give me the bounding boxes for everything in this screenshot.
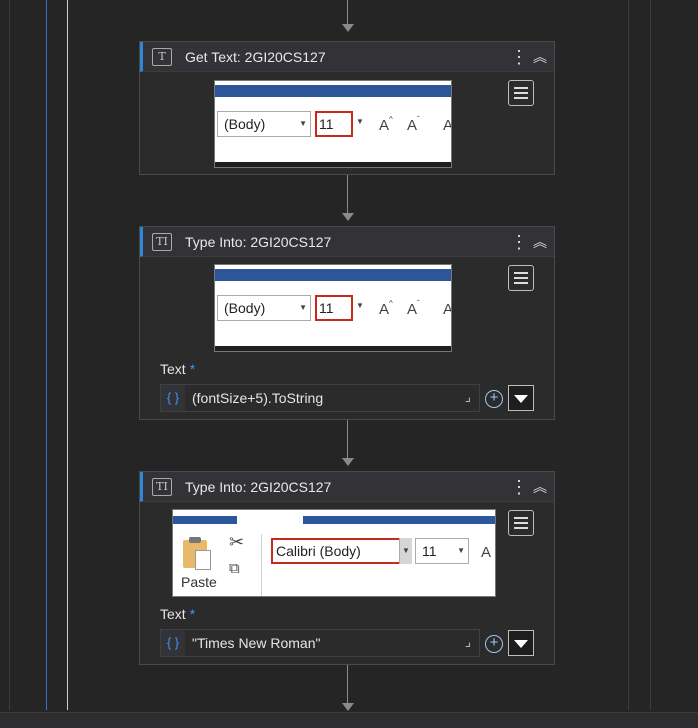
flow-arrow [342, 703, 354, 711]
more-options-icon[interactable]: ⋮ [510, 231, 528, 253]
font-size-value: 11 [319, 116, 334, 132]
text-input[interactable]: { } (fontSize+5).ToString ⌟ [160, 384, 480, 412]
font-size-box-highlighted: 11 [315, 295, 353, 321]
grow-font-icon: A [481, 544, 492, 561]
font-name-value: (Body) [224, 300, 266, 316]
chevron-down-icon: ▼ [356, 117, 364, 126]
flow-arrow [342, 458, 354, 466]
expand-editor-icon[interactable]: ⌟ [465, 389, 471, 405]
flow-connector [347, 175, 348, 213]
expression-icon: { } [161, 385, 185, 411]
activity-get-text[interactable]: T Get Text: 2GI20CS127 ⋮ ︽ (Body) ▼ 11 ▼… [139, 41, 555, 175]
grow-font-icon: A^ [379, 115, 393, 134]
activity-type-into[interactable]: TI Type Into: 2GI20CS127 ⋮ ︽ (Body) ▼ 11… [139, 226, 555, 420]
collapse-icon[interactable]: ︽ [532, 46, 548, 68]
flow-connector [347, 0, 348, 24]
options-dropdown-button[interactable] [508, 385, 534, 411]
dropdown-arrow: ▼ [399, 538, 412, 564]
gutter-line-right-2 [650, 0, 651, 710]
activity-title: Type Into: 2GI20CS127 [185, 479, 332, 495]
ribbon-bar [303, 516, 495, 524]
font-size-value: 11 [319, 300, 334, 316]
target-menu-button[interactable] [508, 510, 534, 536]
ribbon-bar [215, 85, 451, 97]
paste-label: Paste [181, 574, 217, 590]
required-mark: * [189, 361, 196, 377]
text-input-value: (fontSize+5).ToString [192, 390, 324, 406]
chevron-down-icon: ▼ [299, 303, 307, 312]
ribbon-divider [261, 534, 262, 596]
gutter-line [9, 0, 10, 710]
more-options-icon[interactable]: ⋮ [510, 476, 528, 498]
activity-title: Type Into: 2GI20CS127 [185, 234, 332, 250]
shrink-font-icon: Aˇ [407, 299, 420, 318]
activity-title: Get Text: 2GI20CS127 [185, 49, 326, 65]
font-size-value: 11 [422, 543, 437, 559]
get-text-icon: T [152, 48, 172, 66]
ribbon-bar [215, 269, 451, 281]
screenshot-edge [215, 346, 451, 351]
flow-connector [347, 665, 348, 703]
ribbon-bar [173, 516, 237, 524]
clipboard-icon [183, 537, 211, 570]
target-menu-button[interactable] [508, 80, 534, 106]
font-name-value: Calibri (Body) [276, 543, 361, 559]
grow-font-icon: A^ [379, 299, 393, 318]
activity-header[interactable]: T Get Text: 2GI20CS127 ⋮ ︽ [140, 42, 554, 72]
text-label: Text [160, 606, 186, 622]
element-screenshot: (Body) ▼ 11 ▼ A^ Aˇ A [214, 264, 452, 352]
add-variable-icon[interactable]: + [485, 635, 503, 653]
activity-type-into[interactable]: TI Type Into: 2GI20CS127 ⋮ ︽ ✂ ⧉ Paste C… [139, 471, 555, 665]
flow-arrow [342, 24, 354, 32]
chevron-down-icon: ▼ [457, 546, 465, 555]
text-label: Text [160, 361, 186, 377]
scissors-icon: ✂ [229, 532, 245, 552]
gutter-line-right [628, 0, 629, 710]
expand-editor-icon[interactable]: ⌟ [465, 634, 471, 650]
change-case-icon: A [443, 117, 451, 134]
text-input-value: "Times New Roman" [192, 635, 321, 651]
font-size-combo: 11 ▼ [415, 538, 469, 564]
shrink-font-icon: Aˇ [407, 115, 420, 134]
font-size-box-highlighted: 11 [315, 111, 353, 137]
required-mark: * [189, 606, 196, 622]
chevron-down-icon: ▼ [356, 301, 364, 310]
change-case-icon: A [443, 301, 451, 318]
font-name-combo: (Body) ▼ [217, 295, 311, 321]
expression-icon: { } [161, 630, 185, 656]
activity-header[interactable]: TI Type Into: 2GI20CS127 ⋮ ︽ [140, 227, 554, 257]
collapse-icon[interactable]: ︽ [532, 231, 548, 253]
font-name-value: (Body) [224, 116, 266, 132]
element-screenshot: ✂ ⧉ Paste Calibri (Body) ▼ 11 ▼ A [172, 509, 496, 597]
type-into-icon: TI [152, 233, 172, 251]
chevron-down-icon: ▼ [299, 119, 307, 128]
text-property-label: Text * [160, 606, 195, 622]
copy-icon: ⧉ [229, 560, 240, 577]
more-options-icon[interactable]: ⋮ [510, 46, 528, 68]
flow-connector [347, 420, 348, 458]
gutter-line-white [67, 0, 68, 710]
font-name-combo: (Body) ▼ [217, 111, 311, 137]
target-menu-button[interactable] [508, 265, 534, 291]
font-name-combo-highlighted: Calibri (Body) [271, 538, 411, 564]
text-input[interactable]: { } "Times New Roman" ⌟ [160, 629, 480, 657]
text-property-label: Text * [160, 361, 195, 377]
horizontal-scrollbar[interactable] [0, 712, 698, 728]
gutter-line-blue [46, 0, 47, 710]
screenshot-edge [215, 162, 451, 167]
activity-header[interactable]: TI Type Into: 2GI20CS127 ⋮ ︽ [140, 472, 554, 502]
options-dropdown-button[interactable] [508, 630, 534, 656]
collapse-icon[interactable]: ︽ [532, 476, 548, 498]
flow-arrow [342, 213, 354, 221]
add-variable-icon[interactable]: + [485, 390, 503, 408]
element-screenshot: (Body) ▼ 11 ▼ A^ Aˇ A [214, 80, 452, 168]
type-into-icon: TI [152, 478, 172, 496]
